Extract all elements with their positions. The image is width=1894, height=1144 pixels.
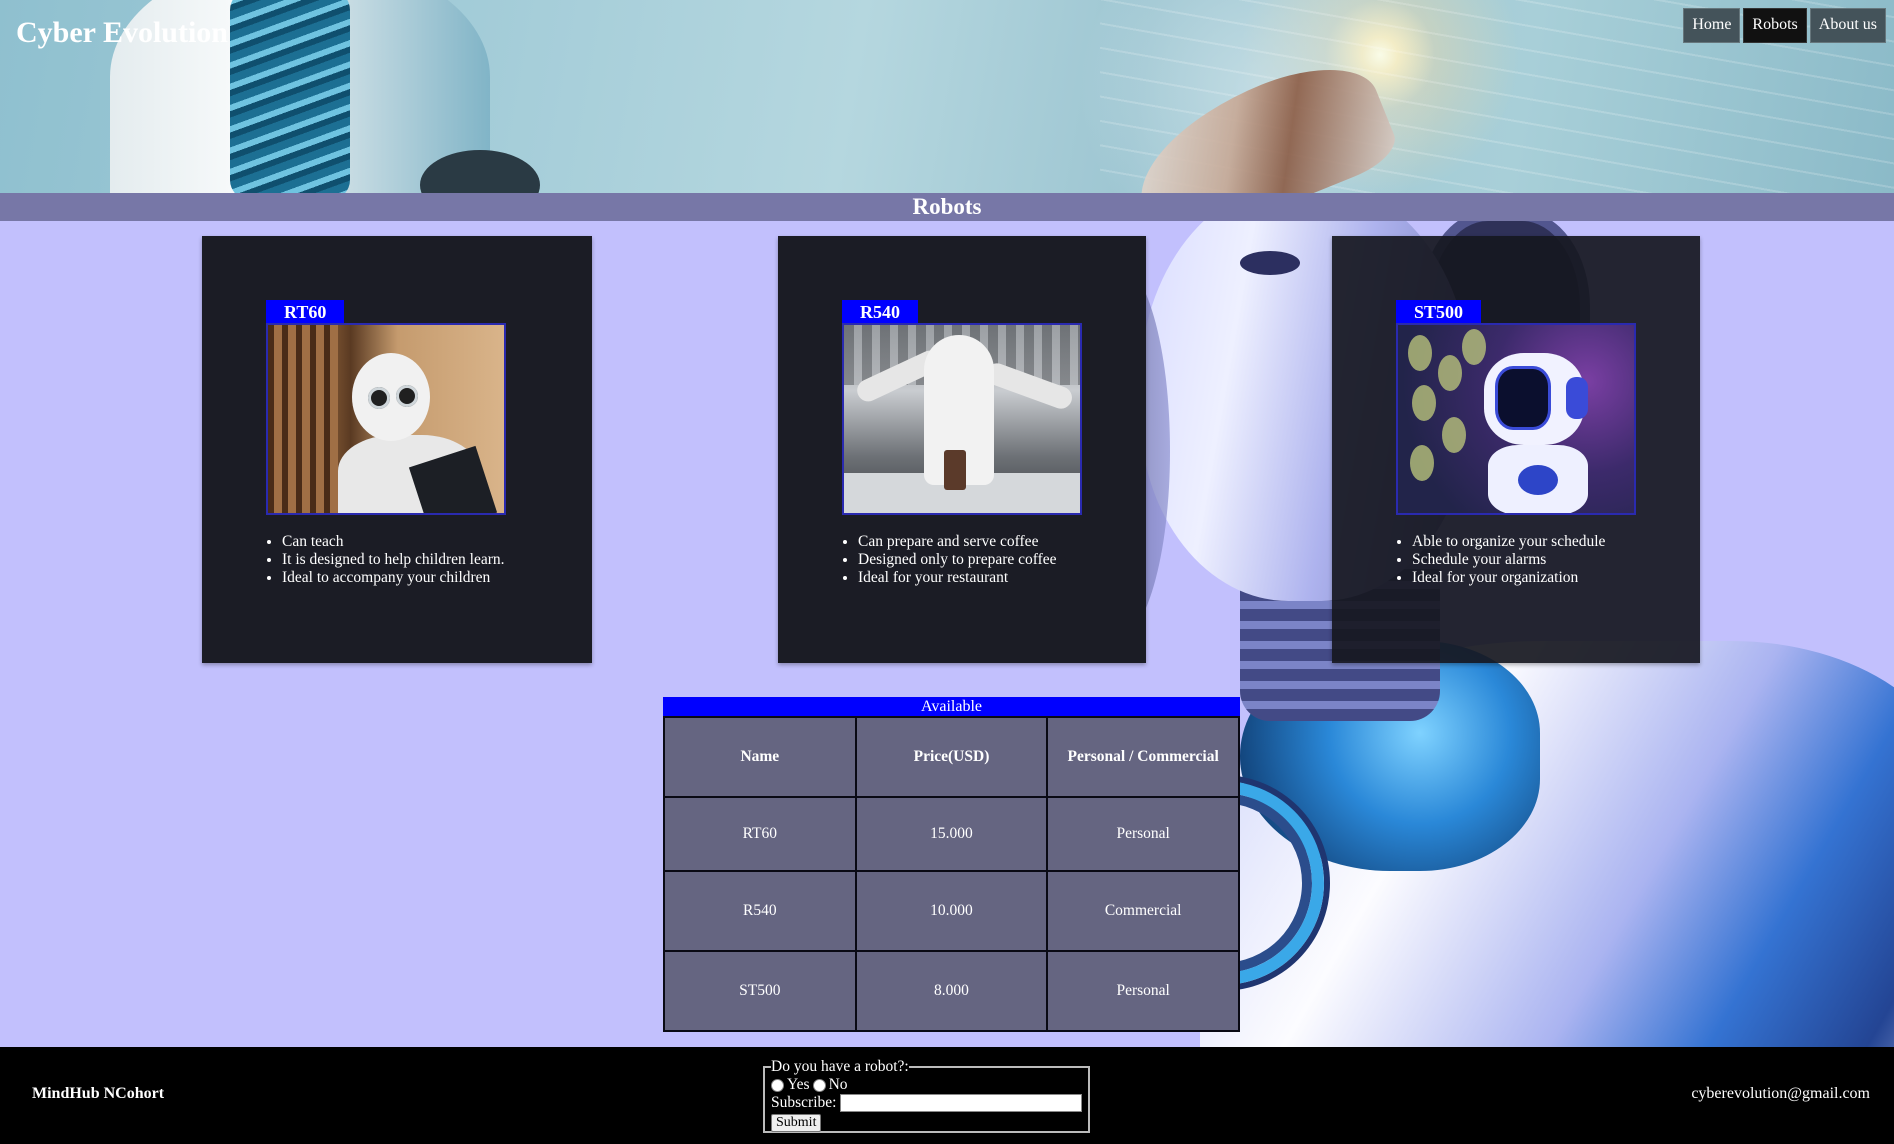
nav-about-us[interactable]: About us: [1809, 8, 1886, 43]
subscribe-label: Subscribe:: [771, 1094, 837, 1111]
column-header-type: Personal / Commercial: [1046, 716, 1240, 798]
product-card-r540: R540 Can prepare and serve coffee Design…: [778, 236, 1146, 663]
column-header-name: Name: [663, 716, 857, 798]
radio-group: Yes No: [771, 1076, 1082, 1094]
nav-robots[interactable]: Robots: [1743, 8, 1807, 43]
background-robot-eye: [1240, 251, 1300, 275]
submit-button[interactable]: Submit: [771, 1114, 822, 1132]
cell-type: Commercial: [1046, 870, 1240, 952]
site-title: Cyber Evolution: [16, 16, 228, 49]
footer: MindHub NCohort Do you have a robot?: Ye…: [0, 1047, 1894, 1144]
feature-item: Ideal to accompany your children: [282, 569, 506, 587]
feature-item: Schedule your alarms: [1412, 551, 1636, 569]
product-name: ST500: [1396, 300, 1482, 323]
cell-name: R540: [663, 870, 857, 952]
table-caption: Available: [663, 697, 1240, 716]
radio-yes[interactable]: [771, 1078, 784, 1092]
product-image-rt60: [266, 323, 506, 515]
column-header-price: Price(USD): [854, 716, 1049, 798]
footer-brand: MindHub NCohort: [32, 1085, 165, 1102]
feature-list: Can teach It is designed to help childre…: [266, 533, 506, 587]
cell-type: Personal: [1046, 796, 1240, 872]
cell-price: 10.000: [854, 870, 1049, 952]
product-card-rt60: RT60 Can teach It is designed to help ch…: [202, 236, 592, 663]
subscribe-row: Subscribe:: [771, 1094, 1083, 1112]
feature-item: It is designed to help children learn.: [282, 551, 506, 569]
availability-table: Available Name Price(USD) Personal / Com…: [663, 697, 1240, 1032]
feature-item: Ideal for your restaurant: [858, 569, 1082, 587]
feature-list: Able to organize your schedule Schedule …: [1396, 533, 1636, 587]
price-table: Name Price(USD) Personal / Commercial RT…: [663, 716, 1240, 1032]
submit-row: Submit: [771, 1112, 1082, 1132]
cell-name: ST500: [663, 950, 857, 1032]
nav-home[interactable]: Home: [1683, 8, 1741, 43]
robot-survey-form: Do you have a robot?: Yes No Subscribe: …: [763, 1058, 1091, 1133]
subscribe-input[interactable]: [840, 1094, 1083, 1112]
table-row: RT60 15.000 Personal: [663, 796, 1240, 872]
table-row: ST500 8.000 Personal: [663, 950, 1240, 1032]
product-name: R540: [842, 300, 918, 323]
table-header-row: Name Price(USD) Personal / Commercial: [663, 716, 1240, 798]
cell-name: RT60: [663, 796, 857, 872]
feature-item: Designed only to prepare coffee: [858, 551, 1082, 569]
radio-no[interactable]: [812, 1078, 826, 1092]
feature-item: Can teach: [282, 533, 506, 551]
feature-item: Can prepare and serve coffee: [858, 533, 1082, 551]
product-card-st500: ST500 Able to organize your schedule Sch…: [1332, 236, 1700, 663]
radio-yes-label: Yes: [787, 1076, 810, 1093]
cell-type: Personal: [1046, 950, 1240, 1032]
cell-price: 15.000: [854, 796, 1049, 872]
radio-no-label: No: [828, 1076, 848, 1093]
header-banner: Cyber Evolution Home Robots About us: [0, 0, 1894, 193]
main-nav: Home Robots About us: [1683, 8, 1886, 43]
feature-item: Ideal for your organization: [1412, 569, 1636, 587]
table-row: R540 10.000 Commercial: [663, 870, 1240, 952]
section-title: Robots: [0, 193, 1894, 221]
product-name: RT60: [266, 300, 345, 323]
cell-price: 8.000: [854, 950, 1049, 1032]
survey-legend: Do you have a robot?:: [771, 1058, 909, 1075]
footer-email: cyberevolution@gmail.com: [1691, 1085, 1870, 1102]
banner-robot-neck: [230, 0, 350, 193]
product-image-r540: [842, 323, 1082, 515]
product-image-st500: [1396, 323, 1636, 515]
feature-item: Able to organize your schedule: [1412, 533, 1636, 551]
feature-list: Can prepare and serve coffee Designed on…: [842, 533, 1082, 587]
